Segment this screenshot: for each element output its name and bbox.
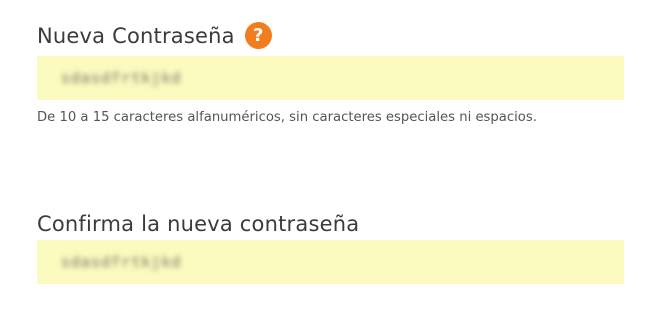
confirm-password-label: Confirma la nueva contraseña (37, 212, 360, 236)
new-password-input[interactable]: sdasdfrtkjkd (37, 56, 624, 100)
confirm-password-input[interactable]: sdasdfrtkjkd (37, 240, 624, 284)
change-password-form: Nueva Contraseña ? sdasdfrtkjkd De 10 a … (0, 0, 650, 320)
question-mark-icon[interactable]: ? (244, 22, 272, 49)
confirm-password-value: sdasdfrtkjkd (61, 253, 182, 271)
new-password-label: Nueva Contraseña (37, 23, 235, 48)
confirm-password-label-row: Confirma la nueva contraseña (37, 212, 359, 236)
password-hint: De 10 a 15 caracteres alfanuméricos, sin… (37, 110, 537, 125)
new-password-value: sdasdfrtkjkd (61, 69, 182, 87)
new-password-label-row: Nueva Contraseña ? (37, 22, 272, 49)
